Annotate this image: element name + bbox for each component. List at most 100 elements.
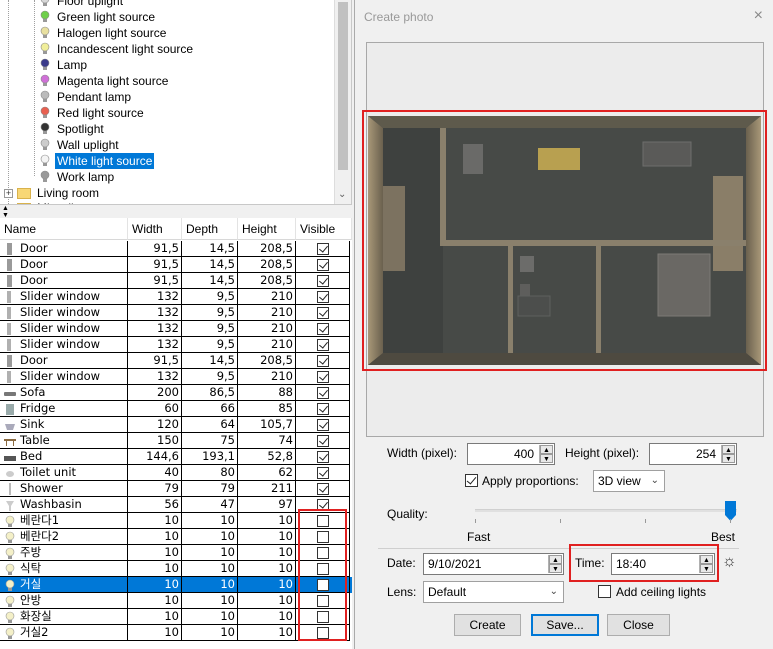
tree-item-incandescent-light-source[interactable]: Incandescent light source xyxy=(40,41,195,57)
visible-checkbox[interactable] xyxy=(317,451,329,463)
cell-width[interactable]: 91,5 xyxy=(128,241,182,257)
cell-name[interactable]: Sink xyxy=(0,417,128,433)
tree-item-floor-uplight[interactable]: Floor uplight xyxy=(40,0,125,9)
cell-width[interactable]: 10 xyxy=(128,513,182,529)
cell-name[interactable]: 식탁 xyxy=(0,561,128,577)
cell-height[interactable]: 10 xyxy=(238,529,296,545)
spin-down-icon[interactable]: ▼ xyxy=(540,454,553,463)
table-row[interactable]: Slider window 132 9,5 210 xyxy=(0,321,352,337)
apply-proportions-label[interactable]: Apply proportions: xyxy=(482,474,579,488)
cell-height[interactable]: 62 xyxy=(238,465,296,481)
cell-height[interactable]: 105,7 xyxy=(238,417,296,433)
cell-visible[interactable] xyxy=(296,433,350,449)
cell-depth[interactable]: 9,5 xyxy=(182,337,238,353)
cell-name[interactable]: Table xyxy=(0,433,128,449)
cell-visible[interactable] xyxy=(296,465,350,481)
tree-item-pendant-lamp[interactable]: Pendant lamp xyxy=(40,89,133,105)
quality-slider-track[interactable] xyxy=(475,509,737,512)
table-row[interactable]: Door 91,5 14,5 208,5 xyxy=(0,353,352,369)
close-button[interactable]: Close xyxy=(607,614,670,636)
cell-name[interactable]: Slider window xyxy=(0,289,128,305)
column-header-depth[interactable]: Depth xyxy=(182,218,238,240)
cell-height[interactable]: 10 xyxy=(238,609,296,625)
spin-down-icon[interactable]: ▼ xyxy=(549,564,562,573)
visible-checkbox[interactable] xyxy=(317,403,329,415)
cell-depth[interactable]: 47 xyxy=(182,497,238,513)
cell-depth[interactable]: 10 xyxy=(182,625,238,641)
cell-name[interactable]: 거실2 xyxy=(0,625,128,641)
table-row[interactable]: Bed 144,6 193,1 52,8 xyxy=(0,449,352,465)
cell-width[interactable]: 10 xyxy=(128,609,182,625)
scroll-down-icon[interactable]: ⌄ xyxy=(338,189,346,200)
cell-name[interactable]: Sofa xyxy=(0,385,128,401)
cell-height[interactable]: 97 xyxy=(238,497,296,513)
cell-name[interactable]: 베란다2 xyxy=(0,529,128,545)
visible-checkbox[interactable] xyxy=(317,467,329,479)
cell-width[interactable]: 56 xyxy=(128,497,182,513)
table-row[interactable]: Slider window 132 9,5 210 xyxy=(0,369,352,385)
expand-icon[interactable]: + xyxy=(4,188,13,198)
cell-name[interactable]: 안방 xyxy=(0,593,128,609)
cell-depth[interactable]: 9,5 xyxy=(182,305,238,321)
cell-width[interactable]: 91,5 xyxy=(128,353,182,369)
cell-depth[interactable]: 14,5 xyxy=(182,273,238,289)
cell-height[interactable]: 210 xyxy=(238,321,296,337)
cell-height[interactable]: 208,5 xyxy=(238,353,296,369)
visible-checkbox[interactable] xyxy=(317,355,329,367)
ceiling-lights-checkbox[interactable] xyxy=(598,585,611,598)
table-row[interactable]: Door 91,5 14,5 208,5 xyxy=(0,241,352,257)
date-spin-buttons[interactable]: ▲ ▼ xyxy=(548,555,562,573)
tree-item-lamp[interactable]: Lamp xyxy=(40,57,89,73)
cell-width[interactable]: 132 xyxy=(128,321,182,337)
cell-name[interactable]: Shower xyxy=(0,481,128,497)
table-row[interactable]: Door 91,5 14,5 208,5 xyxy=(0,257,352,273)
cell-visible[interactable] xyxy=(296,321,350,337)
cell-height[interactable]: 210 xyxy=(238,305,296,321)
cell-name[interactable]: Slider window xyxy=(0,369,128,385)
cell-depth[interactable]: 14,5 xyxy=(182,353,238,369)
create-button[interactable]: Create xyxy=(454,614,521,636)
visible-checkbox[interactable] xyxy=(317,307,329,319)
cell-depth[interactable]: 79 xyxy=(182,481,238,497)
cell-name[interactable]: Bed xyxy=(0,449,128,465)
cell-height[interactable]: 52,8 xyxy=(238,449,296,465)
cell-depth[interactable]: 10 xyxy=(182,593,238,609)
cell-visible[interactable] xyxy=(296,337,350,353)
cell-name[interactable]: Fridge xyxy=(0,401,128,417)
cell-depth[interactable]: 9,5 xyxy=(182,321,238,337)
cell-width[interactable]: 10 xyxy=(128,561,182,577)
cell-depth[interactable]: 10 xyxy=(182,561,238,577)
tree-item-halogen-light-source[interactable]: Halogen light source xyxy=(40,25,168,41)
cell-width[interactable]: 10 xyxy=(128,545,182,561)
visible-checkbox[interactable] xyxy=(317,387,329,399)
table-row[interactable]: Toilet unit 40 80 62 xyxy=(0,465,352,481)
cell-width[interactable]: 132 xyxy=(128,369,182,385)
lens-select[interactable]: Default ⌄ xyxy=(423,581,564,603)
width-value[interactable]: 400 xyxy=(514,444,536,464)
cell-width[interactable]: 144,6 xyxy=(128,449,182,465)
cell-depth[interactable]: 64 xyxy=(182,417,238,433)
cell-width[interactable]: 150 xyxy=(128,433,182,449)
spin-up-icon[interactable]: ▲ xyxy=(540,445,553,454)
cell-width[interactable]: 10 xyxy=(128,625,182,641)
visible-checkbox[interactable] xyxy=(317,339,329,351)
cell-height[interactable]: 10 xyxy=(238,593,296,609)
apply-proportions-checkbox[interactable] xyxy=(465,474,478,487)
cell-height[interactable]: 208,5 xyxy=(238,257,296,273)
cell-height[interactable]: 210 xyxy=(238,369,296,385)
visible-checkbox[interactable] xyxy=(317,323,329,335)
cell-visible[interactable] xyxy=(296,241,350,257)
cell-depth[interactable]: 14,5 xyxy=(182,241,238,257)
cell-name[interactable]: 주방 xyxy=(0,545,128,561)
cell-name[interactable]: Slider window xyxy=(0,321,128,337)
tree-item-green-light-source[interactable]: Green light source xyxy=(40,9,157,25)
cell-name[interactable]: Door xyxy=(0,257,128,273)
cell-visible[interactable] xyxy=(296,289,350,305)
cell-width[interactable]: 79 xyxy=(128,481,182,497)
table-row[interactable]: Door 91,5 14,5 208,5 xyxy=(0,273,352,289)
visible-checkbox[interactable] xyxy=(317,275,329,287)
height-spin-buttons[interactable]: ▲ ▼ xyxy=(721,445,735,463)
cell-width[interactable]: 132 xyxy=(128,337,182,353)
cell-visible[interactable] xyxy=(296,401,350,417)
cell-name[interactable]: 화장실 xyxy=(0,609,128,625)
